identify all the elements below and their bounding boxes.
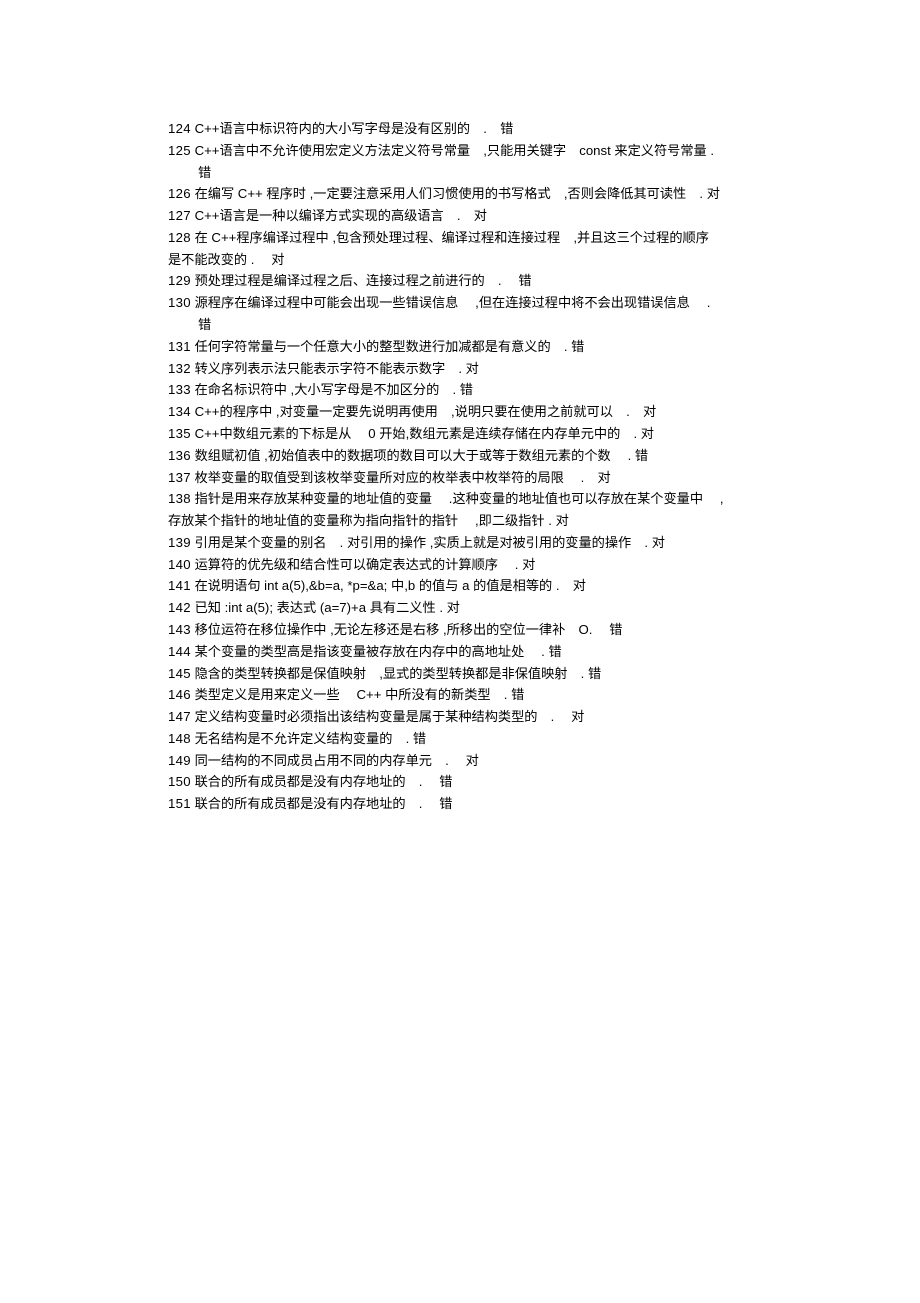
- line-text: 在编写 C++ 程序时 ,一定要注意采用人们习惯使用的书写格式 ,否则会降低其可…: [195, 186, 720, 201]
- text-line: 130 源程序在编译过程中可能会出现一些错误信息 ,但在连接过程中将不会出现错误…: [168, 292, 752, 314]
- text-line: 141 在说明语句 int a(5),&b=a, *p=&a; 中,b 的值与 …: [168, 575, 752, 597]
- line-number: 131: [168, 339, 191, 354]
- line-number: 150: [168, 774, 191, 789]
- line-text: 指针是用来存放某种变量的地址值的变量 .这种变量的地址值也可以存放在某个变量中 …: [195, 491, 724, 506]
- line-text: 隐含的类型转换都是保值映射 ,显式的类型转换都是非保值映射 . 错: [195, 666, 602, 681]
- text-line: 151 联合的所有成员都是没有内存地址的 . 错: [168, 793, 752, 815]
- line-number: 151: [168, 796, 191, 811]
- text-line: 136 数组赋初值 ,初始值表中的数据项的数目可以大于或等于数组元素的个数 . …: [168, 445, 752, 467]
- line-text: C++语言中标识符内的大小写字母是没有区别的 . 错: [195, 121, 514, 136]
- line-text: 在说明语句 int a(5),&b=a, *p=&a; 中,b 的值与 a 的值…: [195, 578, 586, 593]
- text-line: 145 隐含的类型转换都是保值映射 ,显式的类型转换都是非保值映射 . 错: [168, 663, 752, 685]
- text-line: 142 已知 :int a(5); 表达式 (a=7)+a 具有二义性 . 对: [168, 597, 752, 619]
- text-line: 存放某个指针的地址值的变量称为指向指针的指针 ,即二级指针 . 对: [168, 510, 752, 532]
- line-text: 已知 :int a(5); 表达式 (a=7)+a 具有二义性 . 对: [195, 600, 460, 615]
- text-line: 125 C++语言中不允许使用宏定义方法定义符号常量 ,只能用关键字 const…: [168, 140, 752, 162]
- text-line: 144 某个变量的类型高是指该变量被存放在内存中的高地址处 . 错: [168, 641, 752, 663]
- text-line: 147 定义结构变量时必须指出该结构变量是属于某种结构类型的 . 对: [168, 706, 752, 728]
- line-text: 引用是某个变量的别名 . 对引用的操作 ,实质上就是对被引用的变量的操作 . 对: [195, 535, 665, 550]
- line-text: 无名结构是不允许定义结构变量的 . 错: [195, 731, 427, 746]
- text-line: 错: [168, 314, 752, 336]
- line-number: 127: [168, 208, 191, 223]
- line-text: 某个变量的类型高是指该变量被存放在内存中的高地址处 . 错: [195, 644, 562, 659]
- line-text: 错: [198, 165, 211, 180]
- line-text: 定义结构变量时必须指出该结构变量是属于某种结构类型的 . 对: [195, 709, 585, 724]
- text-line: 133 在命名标识符中 ,大小写字母是不加区分的 . 错: [168, 379, 752, 401]
- line-number: 145: [168, 666, 191, 681]
- line-number: 139: [168, 535, 191, 550]
- text-line: 131 任何字符常量与一个任意大小的整型数进行加减都是有意义的 . 错: [168, 336, 752, 358]
- text-line: 137 枚举变量的取值受到该枚举变量所对应的枚举表中枚举符的局限 . 对: [168, 467, 752, 489]
- line-text: 预处理过程是编译过程之后、连接过程之前进行的 . 错: [195, 273, 532, 288]
- line-number: 144: [168, 644, 191, 659]
- text-line: 128 在 C++程序编译过程中 ,包含预处理过程、编译过程和连接过程 ,并且这…: [168, 227, 752, 249]
- line-text: C++语言中不允许使用宏定义方法定义符号常量 ,只能用关键字 const 来定义…: [195, 143, 714, 158]
- line-text: 是不能改变的 . 对: [168, 252, 285, 267]
- line-text: 任何字符常量与一个任意大小的整型数进行加减都是有意义的 . 错: [195, 339, 585, 354]
- line-text: 同一结构的不同成员占用不同的内存单元 . 对: [195, 753, 479, 768]
- line-text: 联合的所有成员都是没有内存地址的 . 错: [195, 774, 453, 789]
- line-text: 类型定义是用来定义一些 C++ 中所没有的新类型 . 错: [195, 687, 525, 702]
- line-number: 132: [168, 361, 191, 376]
- line-text: 源程序在编译过程中可能会出现一些错误信息 ,但在连接过程中将不会出现错误信息 .: [195, 295, 711, 310]
- text-line: 150 联合的所有成员都是没有内存地址的 . 错: [168, 771, 752, 793]
- line-number: 147: [168, 709, 191, 724]
- line-number: 141: [168, 578, 191, 593]
- line-number: 125: [168, 143, 191, 158]
- line-number: 148: [168, 731, 191, 746]
- text-line: 140 运算符的优先级和结合性可以确定表达式的计算顺序 . 对: [168, 554, 752, 576]
- text-line: 132 转义序列表示法只能表示字符不能表示数字 . 对: [168, 358, 752, 380]
- document-page: 124 C++语言中标识符内的大小写字母是没有区别的 . 错125 C++语言中…: [0, 0, 920, 815]
- line-text: 数组赋初值 ,初始值表中的数据项的数目可以大于或等于数组元素的个数 . 错: [195, 448, 649, 463]
- line-number: 146: [168, 687, 191, 702]
- line-text: 运算符的优先级和结合性可以确定表达式的计算顺序 . 对: [195, 557, 536, 572]
- line-text: 转义序列表示法只能表示字符不能表示数字 . 对: [195, 361, 479, 376]
- line-text: 移位运符在移位操作中 ,无论左移还是右移 ,所移出的空位一律补 O. 错: [195, 622, 623, 637]
- line-number: 142: [168, 600, 191, 615]
- line-text: 联合的所有成员都是没有内存地址的 . 错: [195, 796, 453, 811]
- text-line: 129 预处理过程是编译过程之后、连接过程之前进行的 . 错: [168, 270, 752, 292]
- text-line: 错: [168, 162, 752, 184]
- line-text: C++的程序中 ,对变量一定要先说明再使用 ,说明只要在使用之前就可以 . 对: [195, 404, 657, 419]
- line-text: 在命名标识符中 ,大小写字母是不加区分的 . 错: [195, 382, 473, 397]
- line-number: 143: [168, 622, 191, 637]
- line-number: 136: [168, 448, 191, 463]
- line-text: 在 C++程序编译过程中 ,包含预处理过程、编译过程和连接过程 ,并且这三个过程…: [195, 230, 709, 245]
- text-line: 138 指针是用来存放某种变量的地址值的变量 .这种变量的地址值也可以存放在某个…: [168, 488, 752, 510]
- text-line: 126 在编写 C++ 程序时 ,一定要注意采用人们习惯使用的书写格式 ,否则会…: [168, 183, 752, 205]
- text-line: 143 移位运符在移位操作中 ,无论左移还是右移 ,所移出的空位一律补 O. 错: [168, 619, 752, 641]
- line-text: C++中数组元素的下标是从 0 开始,数组元素是连续存储在内存单元中的 . 对: [195, 426, 654, 441]
- line-number: 138: [168, 491, 191, 506]
- line-number: 133: [168, 382, 191, 397]
- line-number: 130: [168, 295, 191, 310]
- line-number: 128: [168, 230, 191, 245]
- line-text: 错: [198, 317, 211, 332]
- text-line: 127 C++语言是一种以编译方式实现的高级语言 . 对: [168, 205, 752, 227]
- line-number: 129: [168, 273, 191, 288]
- line-number: 135: [168, 426, 191, 441]
- text-line: 134 C++的程序中 ,对变量一定要先说明再使用 ,说明只要在使用之前就可以 …: [168, 401, 752, 423]
- line-number: 149: [168, 753, 191, 768]
- line-number: 140: [168, 557, 191, 572]
- text-line: 149 同一结构的不同成员占用不同的内存单元 . 对: [168, 750, 752, 772]
- line-number: 126: [168, 186, 191, 201]
- text-line: 135 C++中数组元素的下标是从 0 开始,数组元素是连续存储在内存单元中的 …: [168, 423, 752, 445]
- text-line: 是不能改变的 . 对: [168, 249, 752, 271]
- line-number: 137: [168, 470, 191, 485]
- text-line: 124 C++语言中标识符内的大小写字母是没有区别的 . 错: [168, 118, 752, 140]
- line-number: 124: [168, 121, 191, 136]
- line-text: 存放某个指针的地址值的变量称为指向指针的指针 ,即二级指针 . 对: [168, 513, 569, 528]
- line-number: 134: [168, 404, 191, 419]
- text-line: 146 类型定义是用来定义一些 C++ 中所没有的新类型 . 错: [168, 684, 752, 706]
- text-line: 139 引用是某个变量的别名 . 对引用的操作 ,实质上就是对被引用的变量的操作…: [168, 532, 752, 554]
- line-text: 枚举变量的取值受到该枚举变量所对应的枚举表中枚举符的局限 . 对: [195, 470, 611, 485]
- line-text: C++语言是一种以编译方式实现的高级语言 . 对: [195, 208, 487, 223]
- text-line: 148 无名结构是不允许定义结构变量的 . 错: [168, 728, 752, 750]
